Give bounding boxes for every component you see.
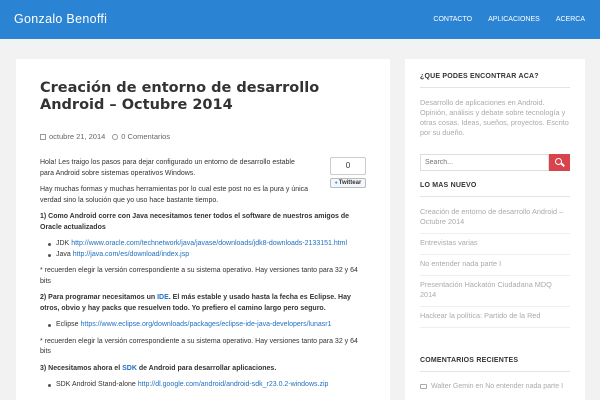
tweet-button[interactable]: ●Twittear [330, 178, 366, 188]
post-title[interactable]: Creación de entorno de desarrollo Androi… [40, 80, 366, 114]
comment-bubble-icon [420, 384, 427, 389]
eclipse-download-link[interactable]: https://www.eclipse.org/downloads/packag… [81, 321, 332, 328]
recent-comment[interactable]: Walter Gemin en No entender nada parte I [420, 382, 570, 391]
bullet [48, 324, 51, 327]
nav-acerca[interactable]: ACERCA [548, 0, 600, 39]
search-form [420, 154, 570, 171]
calendar-icon [40, 133, 46, 140]
twitter-bird-icon: ● [334, 180, 338, 186]
tweet-button-label: Twittear [338, 180, 362, 186]
list-item: JDK http://www.oracle.com/technetwork/ja… [48, 239, 366, 250]
nav-contacto[interactable]: CONTACTO [425, 0, 480, 39]
post-body: 0 ●Twittear Hola! Les traigo los pasos p… [40, 157, 366, 391]
recent-post-link[interactable]: No entender nada parte I [420, 255, 570, 276]
list-item-label: Eclipse [56, 321, 79, 328]
list-item-label: JDK [56, 240, 70, 247]
recent-post-link[interactable]: Creación de entorno de desarrollo Androi… [420, 207, 570, 234]
sdk-download-link[interactable]: http://dl.google.com/android/android-sdk… [138, 381, 329, 388]
recent-posts-list: Creación de entorno de desarrollo Androi… [420, 207, 570, 328]
intro-paragraph-1: Hola! Les traigo los pasos para dejar co… [40, 159, 295, 177]
search-input[interactable] [420, 154, 549, 171]
about-widget-title: ¿QUE PODES ENCONTRAR ACA? [420, 73, 539, 80]
note-1: * recuerden elegir la versión correspond… [40, 267, 358, 285]
post-article: Creación de entorno de desarrollo Androi… [16, 59, 390, 400]
step-2-text-a: 2) Para programar necesitamos un [40, 294, 158, 301]
site-brand[interactable]: Gonzalo Benoffi [14, 12, 107, 26]
step-3-text-b: de Android para desarrollar aplicaciones… [136, 364, 277, 372]
main-nav: CONTACTO APLICACIONES ACERCA [425, 0, 600, 39]
step-2-heading: 2) Para programar necesitamos un IDE. El… [40, 293, 365, 314]
list-item: Eclipse https://www.eclipse.org/download… [48, 320, 366, 331]
jdk-download-link[interactable]: http://www.oracle.com/technetwork/java/j… [71, 240, 347, 247]
step-1-heading: 1) Como Android corre con Java necesitam… [40, 213, 349, 231]
list-item: Java http://java.com/es/download/index.j… [48, 250, 366, 261]
sidebar: ¿QUE PODES ENCONTRAR ACA? Desarrollo de … [405, 59, 585, 400]
comment-icon [112, 133, 119, 140]
list-item-label: Java [56, 250, 71, 258]
divider [420, 371, 570, 372]
ide-link[interactable]: IDE [157, 294, 169, 301]
search-button[interactable] [549, 154, 570, 171]
tweet-widget: 0 ●Twittear [330, 157, 366, 188]
post-meta: octubre 21, 2014 0 Comentarios [40, 132, 366, 141]
list-item-label: SDK Android Stand-alone [56, 381, 136, 388]
post-comments-link[interactable]: 0 Comentarios [121, 132, 170, 141]
recent-comment-text: Walter Gemin en No entender nada parte I [431, 383, 564, 390]
nav-aplicaciones[interactable]: APLICACIONES [480, 0, 548, 39]
recent-comments-title: COMENTARIOS RECIENTES [420, 357, 519, 364]
search-icon-handle [561, 162, 565, 167]
recent-post-link[interactable]: Hackear la política: Partido de la Red [420, 307, 570, 328]
divider [420, 196, 570, 197]
java-download-link[interactable]: http://java.com/es/download/index.jsp [73, 251, 189, 258]
top-navbar: Gonzalo Benoffi CONTACTO APLICACIONES AC… [0, 0, 600, 39]
step-3-text-a: 3) Necesitamos ahora el [40, 364, 123, 372]
tweet-count: 0 [330, 157, 366, 175]
bullet [48, 253, 51, 257]
sdk-link[interactable]: SDK [122, 365, 137, 372]
divider [420, 87, 570, 88]
bullet [48, 384, 51, 387]
note-2: * recuerden elegir la versión correspond… [40, 337, 358, 356]
step-3-heading: 3) Necesitamos ahora el SDK de Android p… [40, 364, 365, 375]
post-date: octubre 21, 2014 [49, 132, 106, 141]
about-widget-text: Desarrollo de aplicaciones en Android. O… [420, 98, 569, 137]
recent-post-link[interactable]: Presentación Hackatón Ciudadana MDQ 2014 [420, 276, 570, 307]
list-item: SDK Android Stand-alone http://dl.google… [48, 380, 366, 391]
recent-posts-title: LO MAS NUEVO [420, 182, 477, 189]
intro-paragraph-2: Hay muchas formas y muchas herramientas … [40, 186, 309, 204]
bullet [48, 243, 51, 246]
recent-post-link[interactable]: Entrevistas varias [420, 234, 570, 255]
